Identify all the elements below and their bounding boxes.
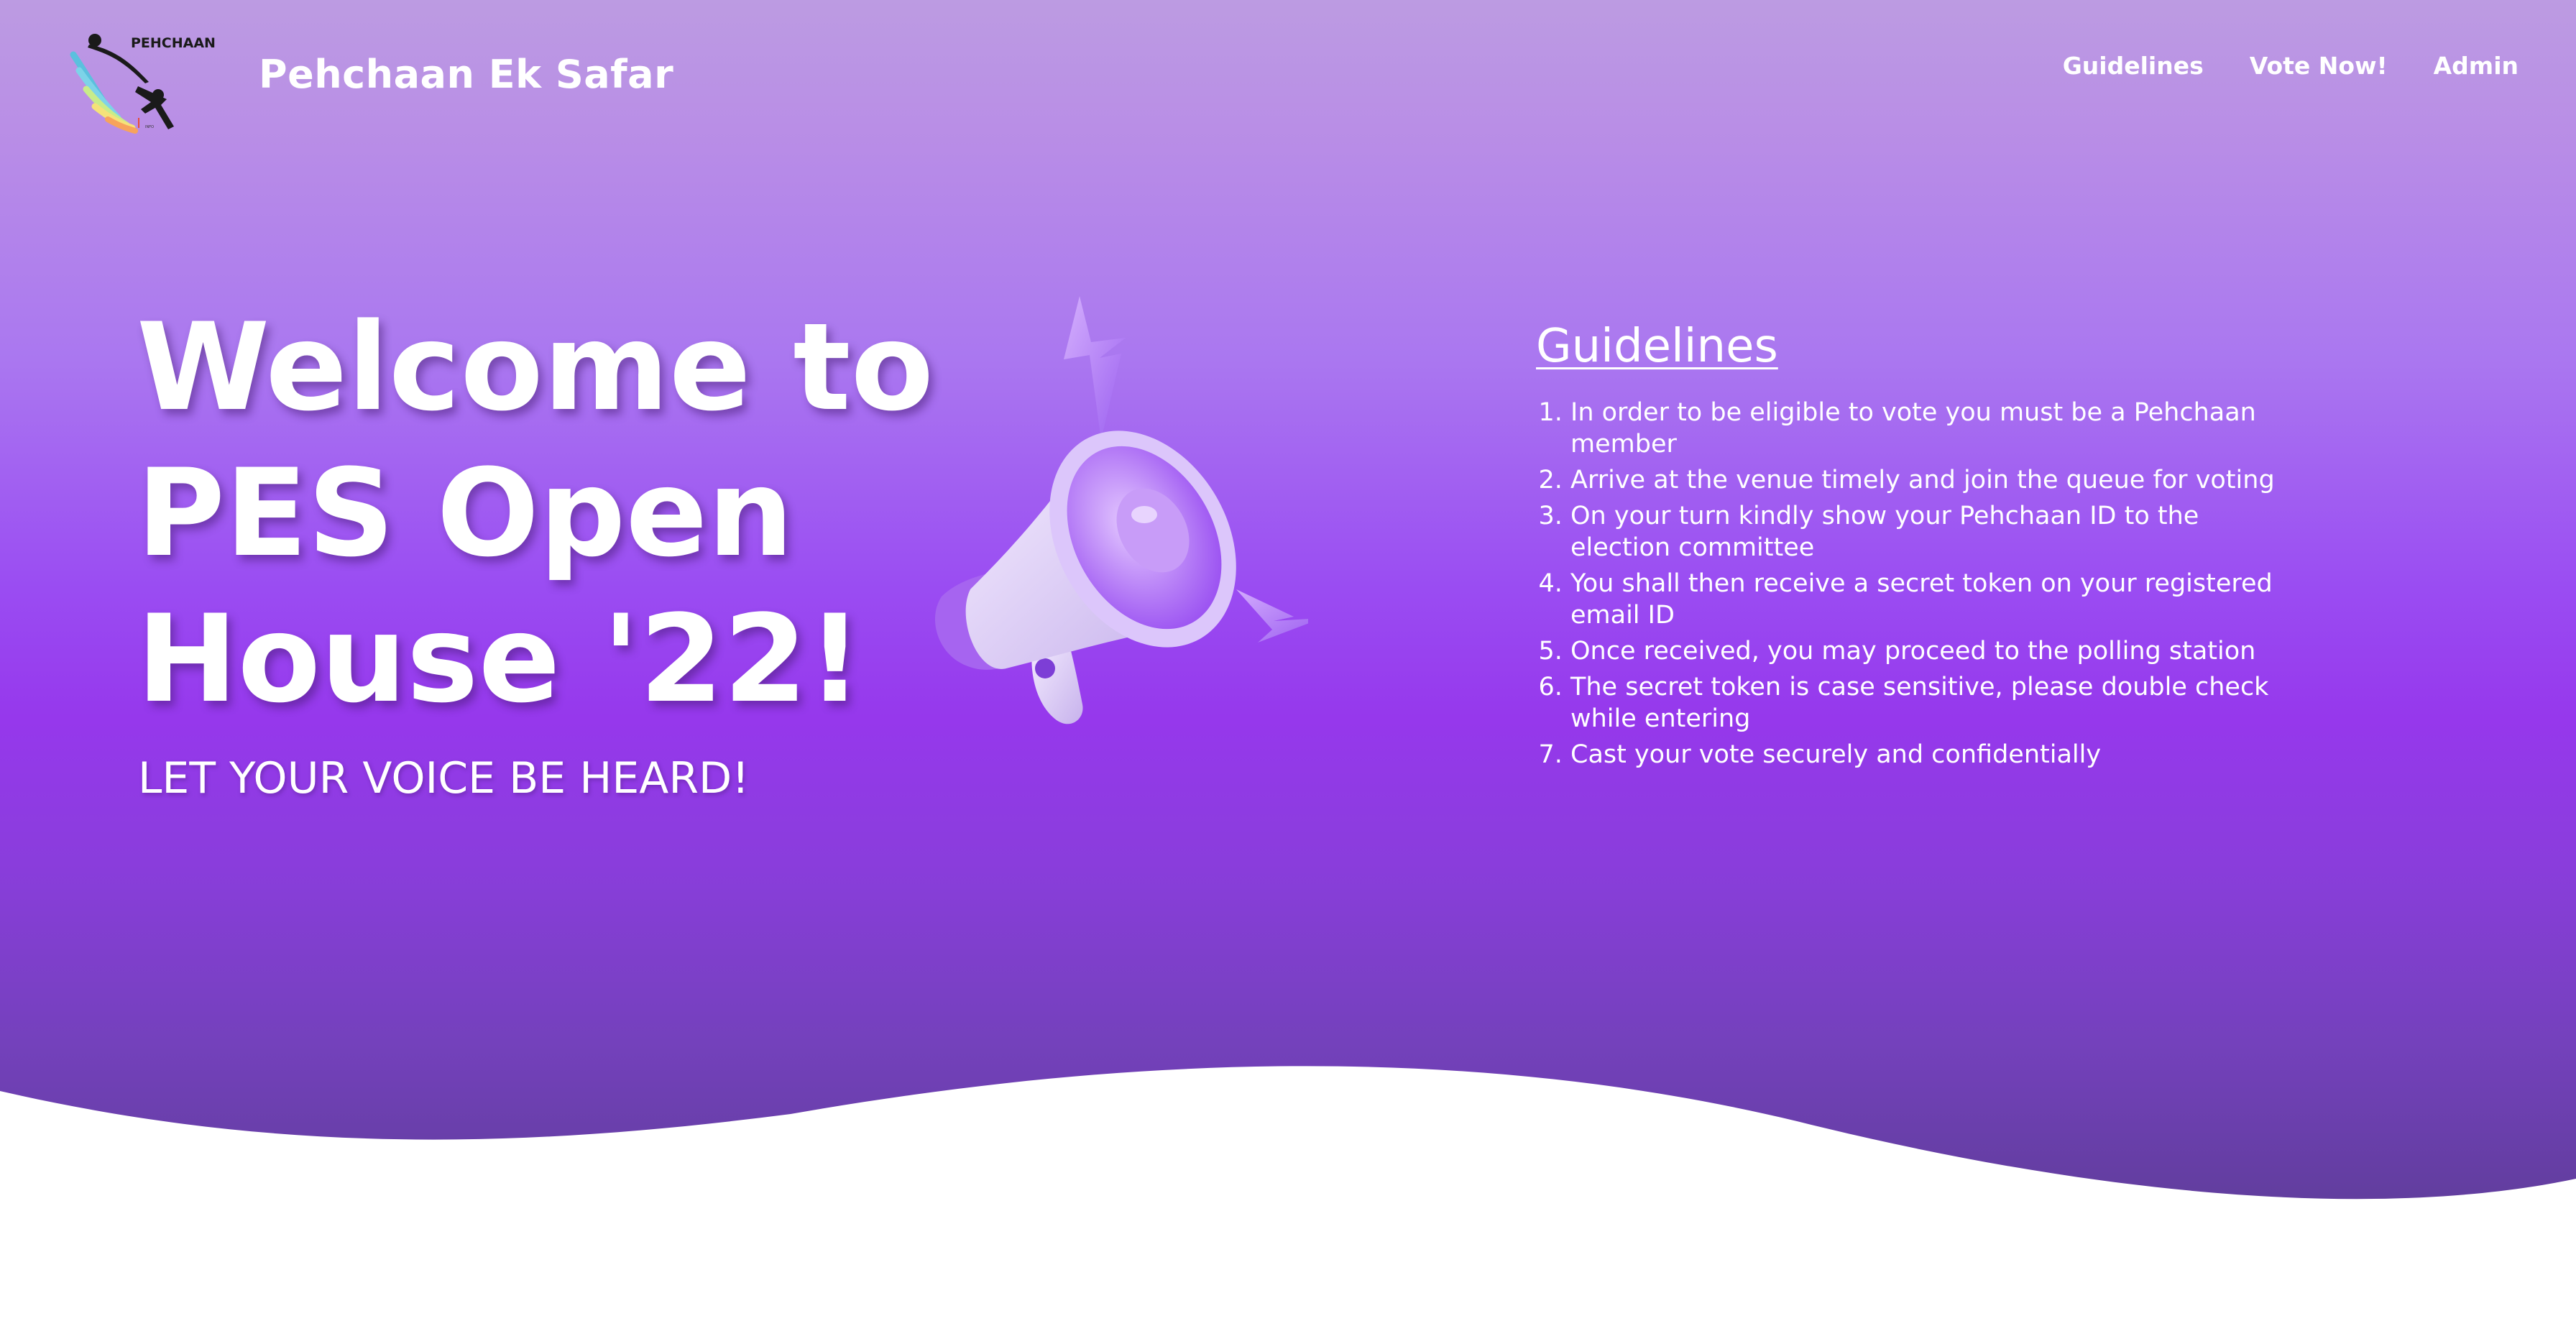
pehchaan-logo[interactable]: PEHCHAAN INFO [66, 26, 217, 134]
brand-title[interactable]: Pehchaan Ek Safar [259, 52, 673, 97]
guideline-item: Arrive at the venue timely and join the … [1570, 464, 2298, 496]
nav-guidelines[interactable]: Guidelines [2063, 52, 2204, 80]
nav-links: Guidelines Vote Now! Admin [2063, 52, 2518, 80]
guidelines-section: Guidelines In order to be eligible to vo… [1536, 316, 2298, 775]
guideline-item: The secret token is case sensitive, plea… [1570, 671, 2298, 735]
guidelines-list: In order to be eligible to vote you must… [1536, 397, 2298, 770]
guideline-item: Once received, you may proceed to the po… [1570, 635, 2298, 667]
welcome-title: Welcome to PES Open House '22! [137, 297, 934, 729]
guideline-item: On your turn kindly show your Pehchaan I… [1570, 500, 2298, 563]
logo-text: PEHCHAAN [131, 35, 216, 51]
svg-text:INFO: INFO [145, 125, 154, 129]
page: PEHCHAAN INFO Pehchaan Ek Safar Guidelin… [0, 0, 2576, 1321]
nav-admin[interactable]: Admin [2434, 52, 2518, 80]
guideline-item: In order to be eligible to vote you must… [1570, 397, 2298, 460]
nav-vote-now[interactable]: Vote Now! [2250, 52, 2388, 80]
guidelines-title: Guidelines [1536, 320, 1778, 373]
guideline-item: Cast your vote securely and confidential… [1570, 739, 2298, 770]
tagline: LET YOUR VOICE BE HEARD! [138, 753, 750, 804]
megaphone-icon [934, 296, 1308, 724]
navbar: PEHCHAAN INFO Pehchaan Ek Safar Guidelin… [0, 0, 2576, 158]
guideline-item: You shall then receive a secret token on… [1570, 568, 2298, 631]
